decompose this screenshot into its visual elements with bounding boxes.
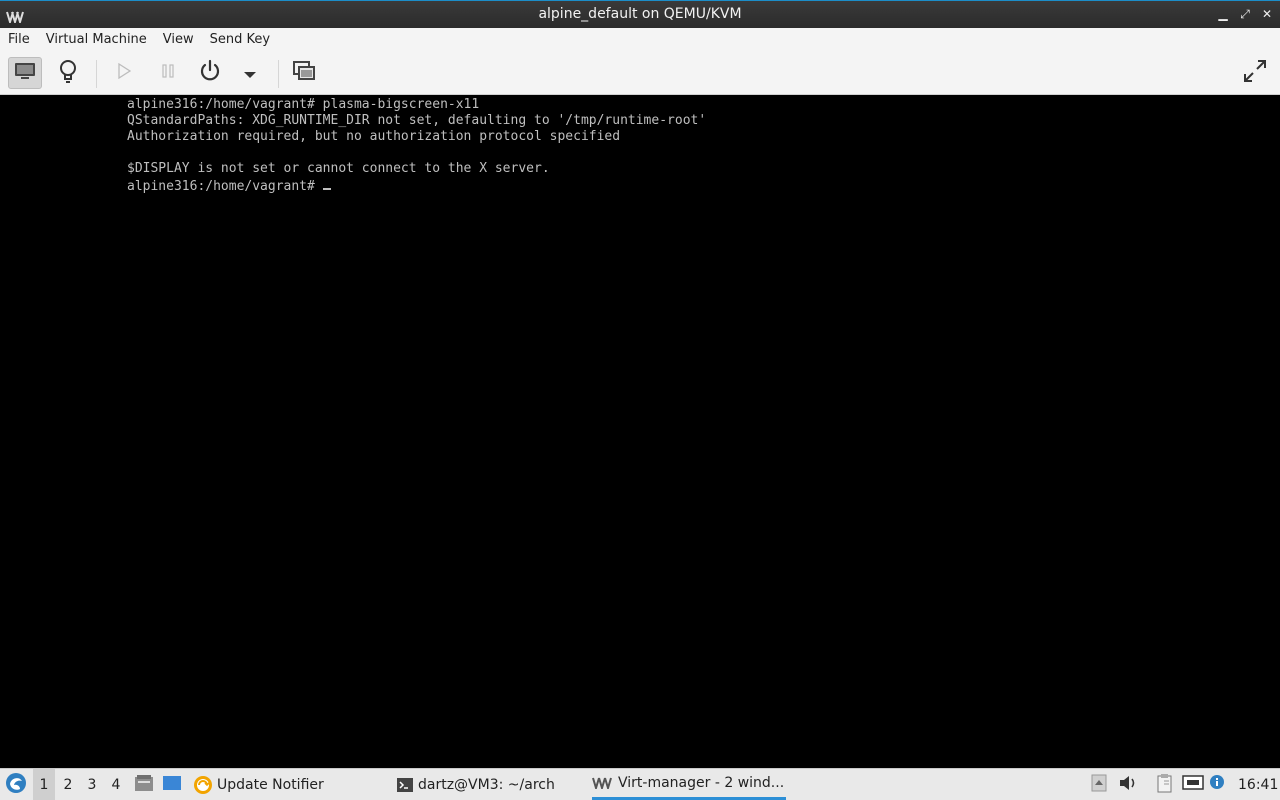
console-line: $DISPLAY is not set or cannot connect to… — [127, 161, 550, 176]
shutdown-button[interactable] — [193, 57, 227, 89]
run-button[interactable] — [107, 57, 141, 89]
virt-manager-icon — [592, 777, 614, 789]
text-cursor — [322, 177, 331, 190]
network-icon — [1182, 774, 1204, 796]
volume-button[interactable] — [1118, 769, 1138, 800]
lxqt-logo-icon — [5, 772, 27, 798]
workspace-1[interactable]: 1 — [33, 769, 55, 800]
notification-button[interactable] — [1208, 769, 1226, 800]
menu-file[interactable]: File — [0, 28, 38, 52]
workspace-4[interactable]: 4 — [105, 769, 127, 800]
menu-view[interactable]: View — [155, 28, 202, 52]
menu-virtual-machine[interactable]: Virtual Machine — [38, 28, 155, 52]
tray-arrow-up-icon — [1091, 774, 1107, 796]
menu-send-key[interactable]: Send Key — [202, 28, 278, 52]
menu-bar: File Virtual Machine View Send Key — [0, 28, 1280, 52]
clock[interactable]: 16:41 — [1238, 769, 1278, 800]
show-details-button[interactable] — [51, 57, 85, 89]
taskbar: 1 2 3 4 Update Notifier dartz@VM3: ~/arc… — [0, 768, 1280, 800]
toolbar — [0, 52, 1280, 95]
network-button[interactable] — [1182, 769, 1204, 800]
clipboard-button[interactable] — [1155, 769, 1175, 800]
show-desktop-button[interactable] — [162, 769, 182, 800]
fullscreen-button[interactable] — [1238, 57, 1272, 89]
file-manager-icon — [134, 774, 154, 796]
desktop-icon — [162, 774, 182, 796]
window-titlebar: alpine_default on QEMU/KVM ▁ ⤢ ✕ — [0, 0, 1280, 28]
minimize-button[interactable]: ▁ — [1216, 7, 1230, 21]
window-title: alpine_default on QEMU/KVM — [538, 6, 742, 22]
update-notifier-icon — [193, 775, 213, 795]
shutdown-menu-button[interactable] — [233, 57, 267, 89]
power-icon — [198, 59, 222, 87]
speaker-icon — [1118, 774, 1138, 796]
terminal-icon — [396, 777, 414, 793]
fullscreen-icon — [1242, 58, 1268, 88]
pause-icon — [161, 63, 175, 83]
file-manager-launcher[interactable] — [134, 769, 154, 800]
close-button[interactable]: ✕ — [1260, 7, 1274, 21]
pause-button[interactable] — [151, 57, 185, 89]
show-console-button[interactable] — [8, 57, 42, 89]
task-label: Virt-manager - 2 wind... — [618, 775, 785, 791]
task-label: Update Notifier — [217, 776, 324, 793]
console-line: QStandardPaths: XDG_RUNTIME_DIR not set,… — [127, 113, 707, 128]
console-prompt-line: alpine316:/home/vagrant# — [127, 179, 323, 194]
dropdown-arrow-icon — [243, 64, 257, 83]
workspace-2[interactable]: 2 — [57, 769, 79, 800]
play-icon — [117, 62, 132, 83]
screenshot-windows-icon — [293, 61, 315, 85]
console-line: Authorization required, but no authoriza… — [127, 129, 621, 144]
task-virt-manager[interactable]: Virt-manager - 2 wind... — [592, 769, 786, 800]
workspace-3[interactable]: 3 — [81, 769, 103, 800]
task-label: dartz@VM3: ~/arch — [418, 776, 555, 793]
info-icon — [1208, 774, 1226, 796]
tray-scroll-button[interactable] — [1091, 769, 1107, 800]
screenshot-button[interactable] — [287, 57, 321, 89]
monitor-icon — [14, 62, 36, 84]
maximize-button[interactable]: ⤢ — [1238, 7, 1252, 21]
console-line: alpine316:/home/vagrant# plasma-bigscree… — [127, 97, 480, 112]
start-menu-button[interactable] — [4, 769, 28, 800]
vm-console[interactable]: alpine316:/home/vagrant# plasma-bigscree… — [0, 95, 1280, 768]
task-update-notifier[interactable]: Update Notifier — [193, 769, 383, 800]
task-terminal[interactable]: dartz@VM3: ~/arch — [396, 769, 586, 800]
console-output: alpine316:/home/vagrant# plasma-bigscree… — [127, 97, 706, 195]
lightbulb-icon — [58, 59, 78, 87]
clipboard-icon — [1155, 773, 1175, 797]
